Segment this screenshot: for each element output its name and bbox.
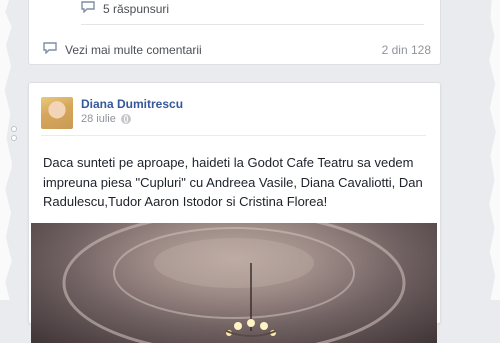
- more-comments-row[interactable]: Vezi mai multe comentarii 2 din 128: [43, 40, 431, 60]
- author-name[interactable]: Diana Dumitrescu: [81, 97, 183, 111]
- avatar[interactable]: [41, 97, 73, 129]
- speech-bubble-icon: [81, 0, 95, 18]
- divider: [41, 135, 426, 136]
- post-date[interactable]: 28 iulie: [81, 113, 116, 125]
- post-photo[interactable]: [31, 223, 437, 343]
- post-text: Daca sunteti pe aproape, haideti la Godo…: [43, 155, 423, 209]
- torn-edge-left: [0, 0, 13, 300]
- torn-edge-right: [489, 0, 500, 300]
- post-header: Diana Dumitrescu 28 iulie: [41, 97, 183, 129]
- globe-icon[interactable]: [120, 114, 131, 124]
- previous-post-card: 5 răspunsuri Vezi mai multe comentarii 2…: [28, 0, 441, 65]
- timeline-dot: [11, 135, 17, 141]
- post-card: Diana Dumitrescu 28 iulie Daca sunteti p…: [28, 82, 441, 343]
- speech-bubble-icon: [43, 41, 57, 59]
- comment-pager: 2 din 128: [381, 43, 431, 57]
- more-comments-link[interactable]: Vezi mai multe comentarii: [65, 43, 202, 57]
- replies-link[interactable]: 5 răspunsuri: [81, 0, 424, 25]
- replies-label: 5 răspunsuri: [103, 2, 170, 16]
- timeline-dot: [11, 126, 17, 132]
